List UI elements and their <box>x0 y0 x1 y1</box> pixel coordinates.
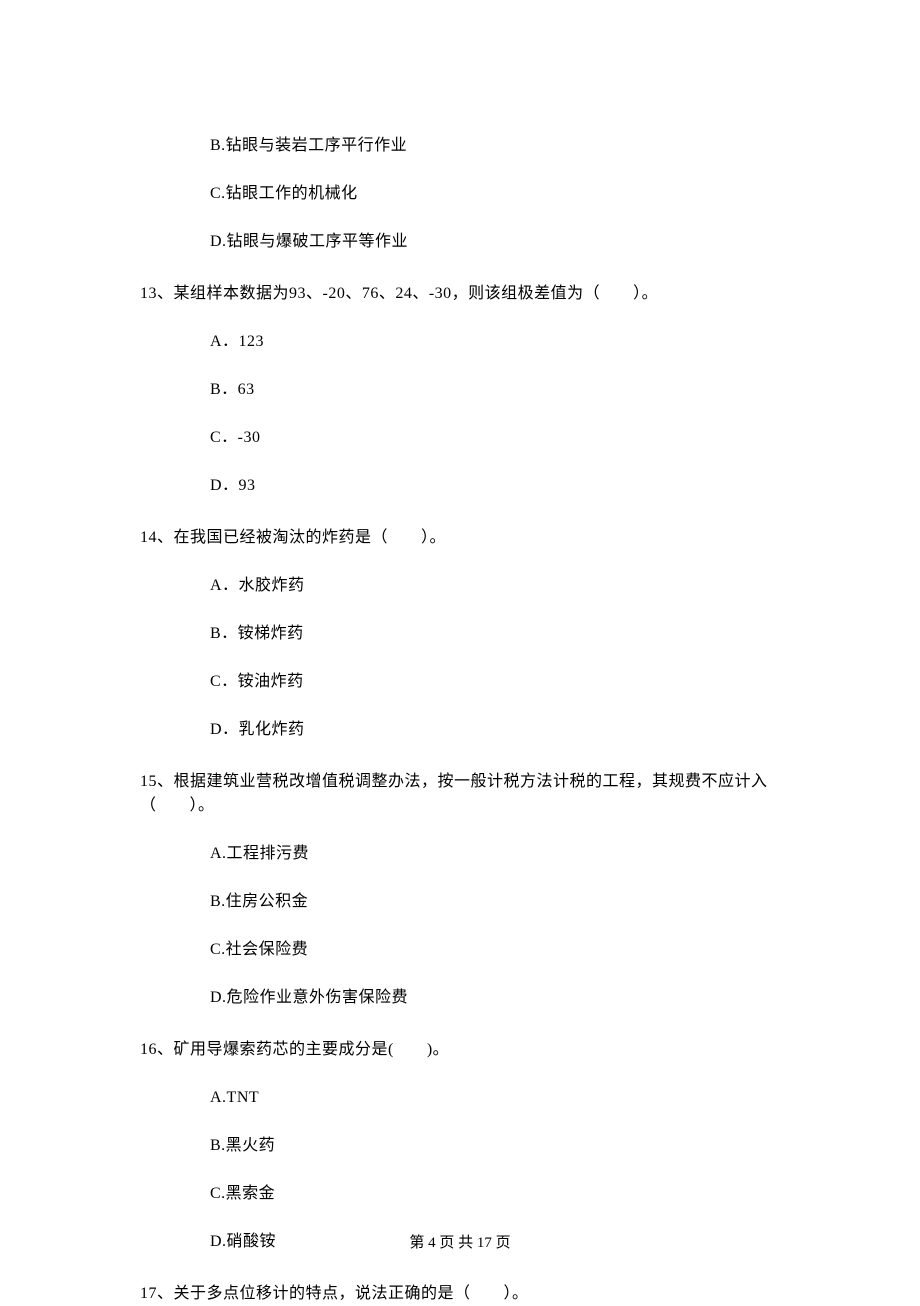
q16-option-b: B.黑火药 <box>210 1134 780 1158</box>
q14-option-b: B．铵梯炸药 <box>210 622 780 646</box>
q13-option-b: B．63 <box>210 378 780 402</box>
q13-option-c: C．-30 <box>210 426 780 450</box>
q15-stem: 15、根据建筑业营税改增值税调整办法，按一般计税方法计税的工程，其规费不应计入（… <box>140 770 780 818</box>
page-footer: 第 4 页 共 17 页 <box>0 1232 920 1255</box>
q15-option-b: B.住房公积金 <box>210 890 780 914</box>
q13-option-a: A．123 <box>210 330 780 354</box>
q15-option-c: C.社会保险费 <box>210 938 780 962</box>
q13-option-d: D．93 <box>210 474 780 498</box>
q12-option-c: C.钻眼工作的机械化 <box>210 182 780 206</box>
q16-option-a: A.TNT <box>210 1086 780 1110</box>
q15-option-a: A.工程排污费 <box>210 842 780 866</box>
q14-stem: 14、在我国已经被淘汰的炸药是（ ）。 <box>140 526 780 550</box>
q15-option-d: D.危险作业意外伤害保险费 <box>210 986 780 1010</box>
q12-option-b: B.钻眼与装岩工序平行作业 <box>210 134 780 158</box>
q16-option-c: C.黑索金 <box>210 1182 780 1206</box>
q12-option-d: D.钻眼与爆破工序平等作业 <box>210 230 780 254</box>
document-page: B.钻眼与装岩工序平行作业 C.钻眼工作的机械化 D.钻眼与爆破工序平等作业 1… <box>0 0 920 1302</box>
q14-option-d: D．乳化炸药 <box>210 718 780 742</box>
q16-stem: 16、矿用导爆索药芯的主要成分是( )。 <box>140 1038 780 1062</box>
q14-option-a: A．水胶炸药 <box>210 574 780 598</box>
q14-option-c: C．铵油炸药 <box>210 670 780 694</box>
q13-stem: 13、某组样本数据为93、-20、76、24、-30，则该组极差值为（ ）。 <box>140 282 780 306</box>
q17-stem: 17、关于多点位移计的特点，说法正确的是（ ）。 <box>140 1282 780 1306</box>
